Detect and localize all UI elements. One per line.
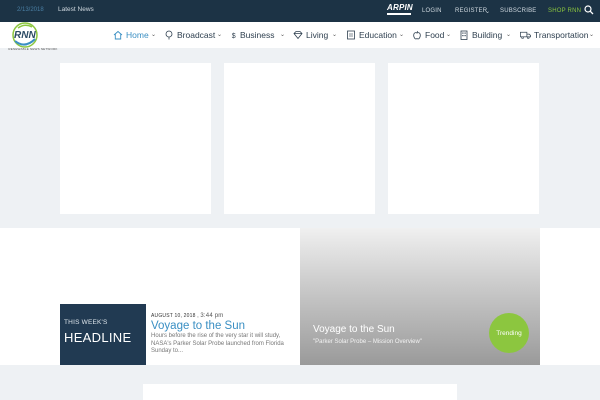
featured-card[interactable]: [224, 63, 375, 214]
headline-date-text: AUGUST 10, 2018: [151, 313, 196, 319]
truck-icon: [520, 31, 531, 39]
logo-wordmark: RNN: [14, 30, 36, 41]
trending-subtitle: "Parker Solar Probe – Mission Overview": [313, 339, 422, 345]
nav-building[interactable]: Building: [459, 28, 502, 42]
nav-transportation-label: Transportation: [534, 30, 589, 40]
chevron-down-icon[interactable]: ⌄: [485, 8, 490, 15]
top-bar: 2/13/2018 Latest News ARPIN LOGIN REGIST…: [0, 0, 600, 22]
nav-transportation[interactable]: Transportation: [520, 28, 589, 42]
nav-education[interactable]: Education: [346, 28, 397, 42]
current-date: 2/13/2018: [17, 7, 44, 13]
main-nav: RNN RENEWABLE NEWS NETWORK Home ⌄ Broadc…: [0, 22, 600, 51]
nav-broadcast-label: Broadcast: [177, 30, 216, 40]
nav-living[interactable]: Living: [293, 28, 328, 42]
broadcast-icon: [165, 30, 173, 40]
content-panel: [143, 384, 457, 400]
chevron-down-icon[interactable]: ⌄: [506, 31, 511, 38]
chevron-down-icon[interactable]: ⌄: [151, 31, 156, 38]
apple-icon: [413, 30, 421, 40]
nav-home-label: Home: [126, 30, 149, 40]
nav-building-label: Building: [472, 30, 503, 40]
arpin-sponsor-logo[interactable]: ARPIN: [387, 3, 413, 16]
search-icon[interactable]: [584, 5, 594, 15]
nav-home[interactable]: Home: [113, 28, 149, 42]
svg-text:$: $: [232, 33, 236, 40]
chevron-down-icon[interactable]: ⌄: [589, 31, 594, 38]
arpin-wordmark: ARPIN: [387, 3, 413, 12]
headline-badge: THIS WEEK'S HEADLINE: [60, 304, 146, 365]
headline-title-link[interactable]: Voyage to the Sun: [151, 320, 245, 332]
chevron-down-icon[interactable]: ⌄: [446, 31, 451, 38]
headline-label: HEADLINE: [64, 330, 132, 345]
subscribe-link[interactable]: SUBSCRIBE: [500, 8, 536, 14]
chevron-down-icon[interactable]: ⌄: [217, 31, 222, 38]
shop-link[interactable]: SHOP RNN: [548, 8, 581, 14]
book-icon: [347, 30, 355, 40]
nav-living-label: Living: [306, 30, 329, 40]
chevron-down-icon[interactable]: ⌄: [332, 31, 337, 38]
dollar-icon: $: [232, 33, 236, 40]
headline-time: 3:44 pm: [200, 313, 224, 319]
chevron-down-icon[interactable]: ⌄: [280, 31, 285, 38]
arpin-underline: [387, 13, 411, 15]
rnn-logo-icon: RNN: [12, 22, 38, 48]
diamond-icon: [293, 31, 303, 40]
nav-business-label: Business: [240, 30, 275, 40]
chevron-down-icon[interactable]: ⌄: [399, 31, 404, 38]
logo-tagline: RENEWABLE NEWS NETWORK: [8, 47, 58, 51]
home-icon: [113, 30, 123, 40]
building-icon: [460, 30, 468, 40]
headline-side-column: [540, 228, 600, 365]
nav-food-label: Food: [425, 30, 445, 40]
login-link[interactable]: LOGIN: [422, 8, 442, 14]
featured-card[interactable]: [60, 63, 211, 214]
headline-date: AUGUST 10, 2018 , 3:44 pm: [151, 313, 223, 319]
nav-food[interactable]: Food: [412, 28, 444, 42]
featured-card[interactable]: [388, 63, 539, 214]
nav-education-label: Education: [359, 30, 397, 40]
latest-news-link[interactable]: Latest News: [58, 6, 94, 13]
register-link[interactable]: REGISTER: [455, 8, 487, 14]
headline-excerpt: Hours before the rise of the very star i…: [151, 333, 284, 354]
nav-business[interactable]: $ Business: [231, 28, 275, 42]
site-logo[interactable]: RNN RENEWABLE NEWS NETWORK: [6, 22, 57, 54]
trending-title-link[interactable]: Voyage to the Sun: [313, 324, 395, 335]
nav-broadcast[interactable]: Broadcast: [164, 28, 215, 42]
headline-kicker: THIS WEEK'S: [64, 319, 108, 326]
trending-badge[interactable]: Trending: [489, 313, 529, 353]
